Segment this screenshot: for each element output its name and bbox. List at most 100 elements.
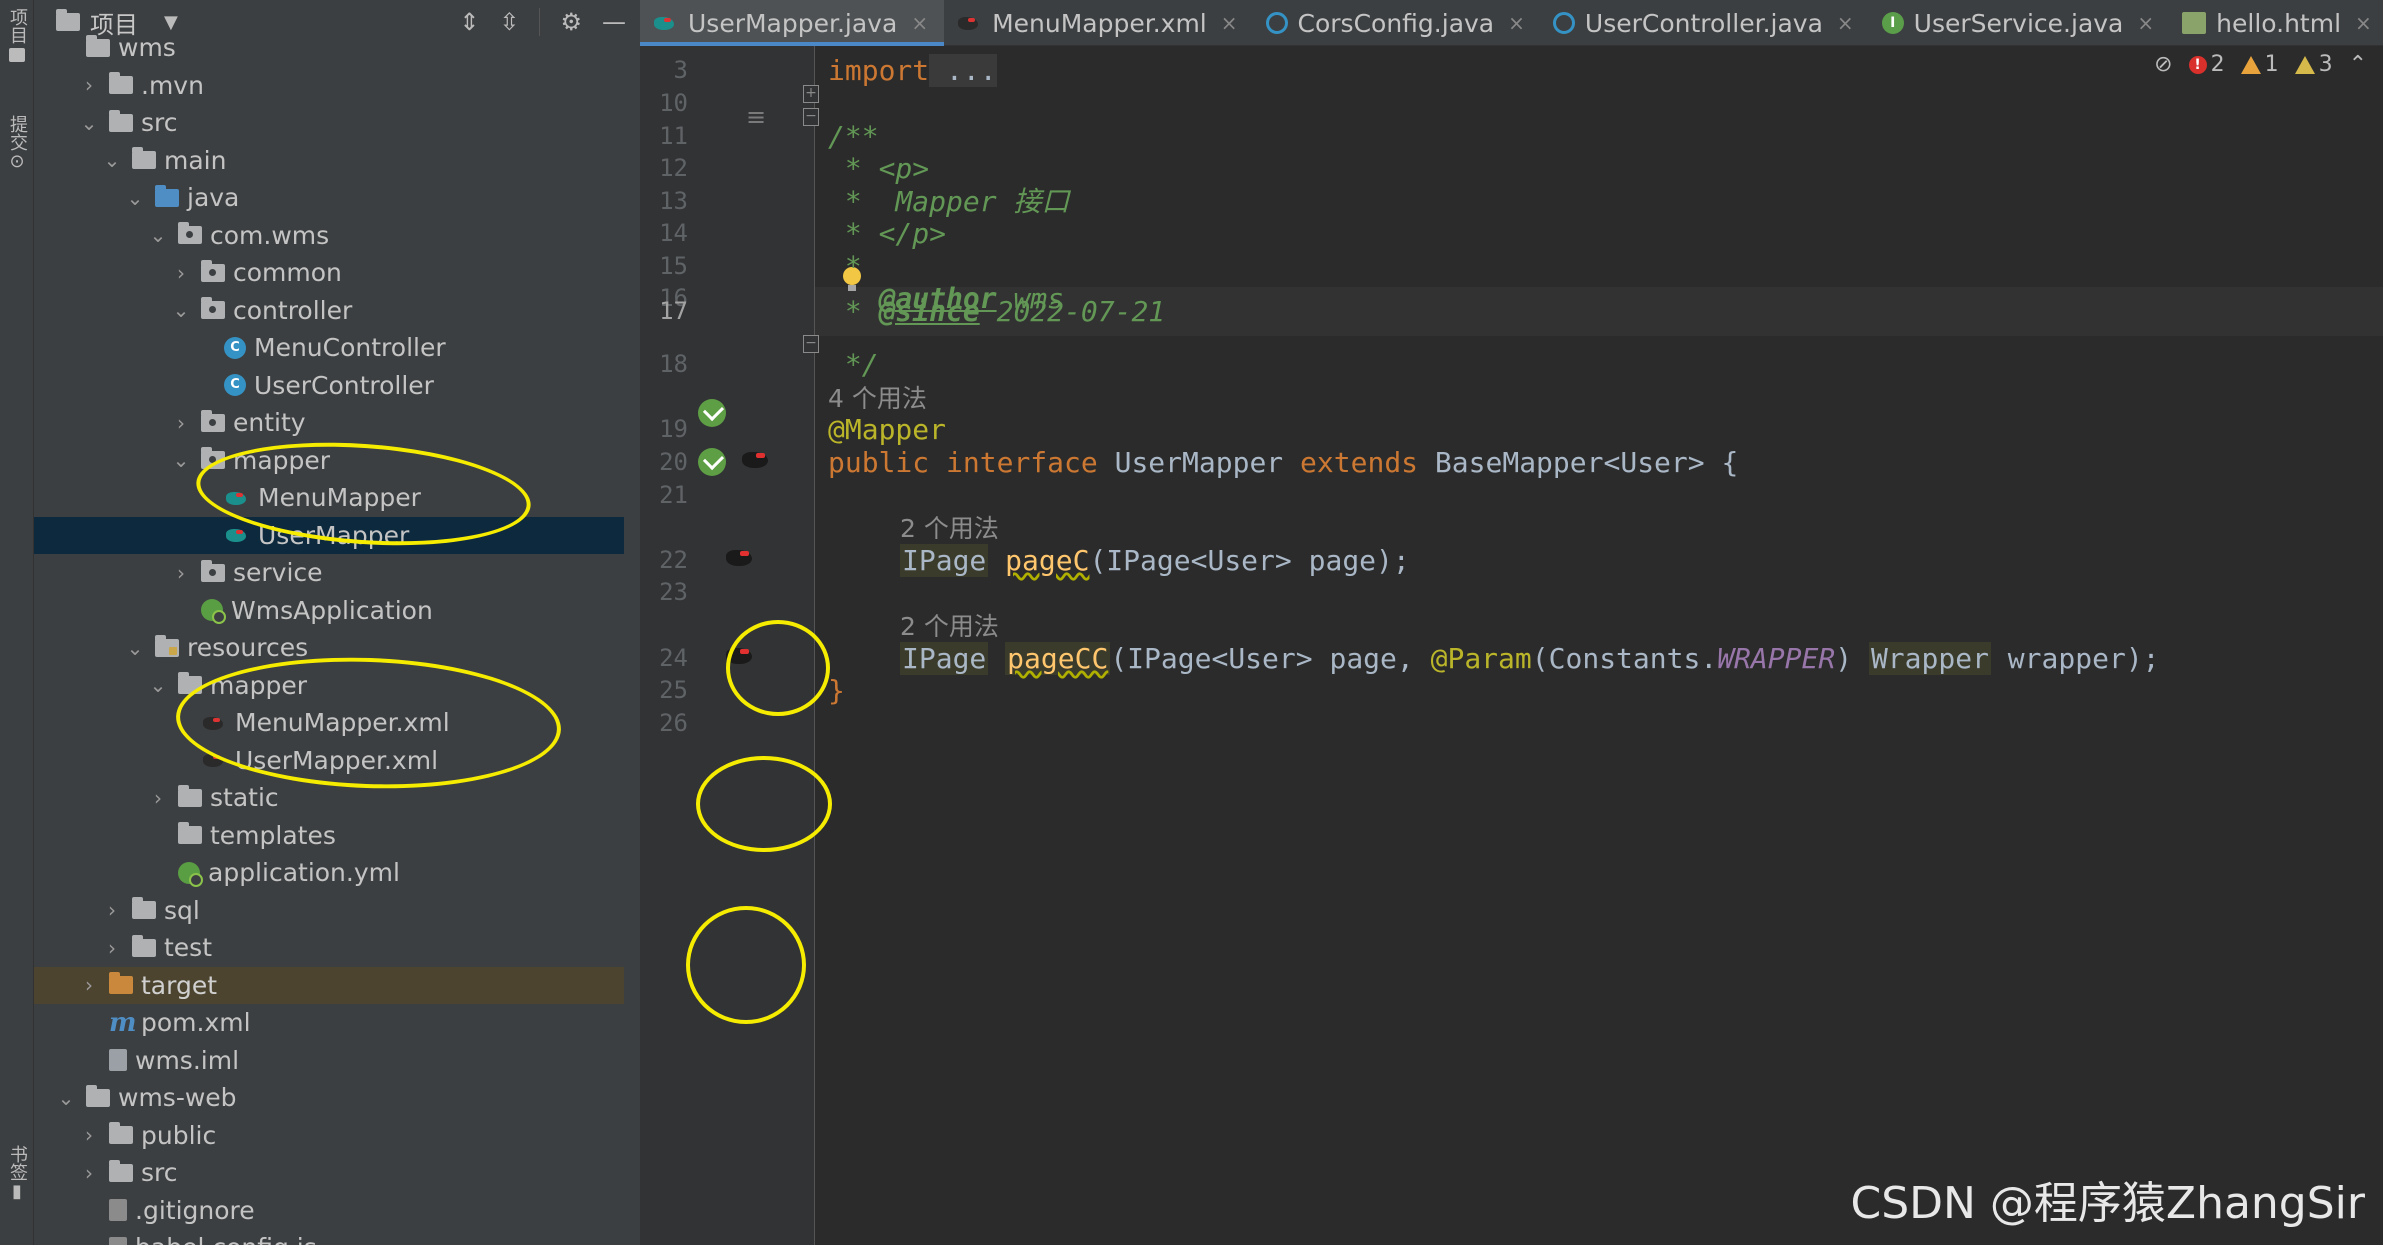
tree-item[interactable]: application.yml	[34, 854, 624, 891]
tree-item[interactable]: .gitignore	[34, 1192, 624, 1229]
class-icon: C	[224, 336, 246, 359]
close-icon[interactable]: ×	[911, 11, 928, 35]
editor-tab[interactable]: UserController.java ×	[1541, 0, 1870, 46]
tree-item[interactable]: › common	[34, 254, 624, 291]
editor-tab[interactable]: I UserService.java ×	[1870, 0, 2170, 46]
tree-item[interactable]: › target	[34, 966, 624, 1004]
line-number[interactable]: 26	[640, 699, 688, 748]
tree-item[interactable]: › .mvn	[34, 67, 624, 104]
fold-expand-icon[interactable]: +	[803, 85, 819, 103]
chevron-down-icon[interactable]: ⌄	[77, 111, 101, 135]
chevron-down-icon[interactable]: ⌄	[123, 186, 147, 210]
tree-item[interactable]: › sql	[34, 892, 624, 929]
code-line-22: IPage pageC(IPage<User> page);	[900, 544, 1410, 577]
chevron-right-icon[interactable]: ›	[100, 936, 124, 960]
project-tool-button[interactable]: 项目	[2, 8, 32, 62]
folder-icon	[109, 72, 133, 94]
tree-item[interactable]: C UserController	[34, 367, 624, 404]
reader-mode-icon[interactable]: ⊘	[2154, 52, 2172, 77]
code-line-20: public interface UserMapper extends Base…	[828, 446, 1739, 479]
tree-item[interactable]: ⌄ com.wms	[34, 217, 624, 254]
line-number[interactable]: 21	[640, 471, 688, 520]
folded-imports[interactable]: ...	[929, 54, 997, 87]
fold-end-icon[interactable]: −	[803, 335, 819, 353]
chevron-right-icon[interactable]: ›	[77, 73, 101, 97]
close-icon[interactable]: ×	[1837, 11, 1854, 35]
chevron-down-icon[interactable]: ⌄	[146, 673, 170, 697]
csdn-watermark: CSDN @程序猿ZhangSir	[1850, 1178, 2366, 1229]
tree-item-label: application.yml	[208, 858, 400, 887]
tree-item[interactable]: ⌄ wms-web	[34, 1079, 624, 1116]
close-icon[interactable]: ×	[2137, 11, 2154, 35]
tree-item-label: MenuController	[254, 333, 446, 362]
chevron-down-icon[interactable]: ⌄	[169, 448, 193, 472]
rendered-doc-toggle-icon[interactable]: ≡	[743, 104, 769, 130]
tree-item[interactable]: › public	[34, 1117, 624, 1154]
editor-tab-label: UserService.java	[1913, 8, 2124, 38]
line-number[interactable]: 17	[640, 287, 688, 336]
tree-item[interactable]: babel.config.js	[34, 1229, 624, 1245]
chevron-right-icon[interactable]: ›	[169, 261, 193, 285]
tree-item[interactable]: ⌄ src	[34, 104, 624, 141]
editor-tab-bar: UserMapper.java × MenuMapper.xml × CorsConfi…	[640, 0, 2383, 46]
tree-item[interactable]: › test	[34, 929, 624, 966]
warning-count[interactable]: 1	[2240, 52, 2279, 77]
close-icon[interactable]: ×	[2355, 11, 2372, 35]
chevron-right-icon[interactable]: ›	[77, 973, 101, 997]
chevron-right-icon[interactable]: ›	[146, 786, 170, 810]
line-number[interactable]: 18	[640, 340, 688, 389]
tree-item-label: main	[164, 145, 227, 175]
fold-collapse-icon[interactable]: −	[803, 108, 819, 126]
tree-item[interactable]: templates	[34, 817, 624, 854]
editor-tab[interactable]: hello.html ×	[2170, 0, 2383, 46]
tree-item[interactable]: wms	[34, 29, 624, 66]
code-line-25: }	[828, 674, 845, 707]
chevron-down-icon[interactable]: ⌄	[123, 636, 147, 660]
tree-item[interactable]: m pom.xml	[34, 1004, 624, 1041]
chevron-right-icon[interactable]: ›	[77, 1123, 101, 1147]
editor-tab[interactable]: MenuMapper.xml ×	[944, 0, 1253, 46]
chevron-down-icon[interactable]: ⌄	[54, 1086, 78, 1110]
mybatis-navigate-icon[interactable]	[724, 546, 758, 570]
mybatis-icon	[956, 13, 982, 33]
spring-bean-icon[interactable]	[698, 399, 726, 427]
tree-item[interactable]: WmsApplication	[34, 592, 624, 629]
editor-tab-label: MenuMapper.xml	[992, 8, 1207, 38]
chevron-right-icon[interactable]: ›	[169, 561, 193, 585]
tree-item[interactable]: › src	[34, 1154, 624, 1191]
close-icon[interactable]: ×	[1508, 11, 1525, 35]
mybatis-navigate-icon[interactable]	[740, 448, 774, 472]
tree-item[interactable]: wms.iml	[34, 1042, 624, 1079]
editor-tab[interactable]: UserMapper.java ×	[640, 0, 945, 46]
chevron-right-icon[interactable]: ›	[169, 411, 193, 435]
close-icon[interactable]: ×	[1221, 11, 1238, 35]
tree-item[interactable]: ⌄ java	[34, 179, 624, 216]
bookmark-icon: ▮	[12, 1181, 22, 1202]
tree-item[interactable]: ⌄ controller	[34, 292, 624, 329]
inspection-widget[interactable]: ⊘ ! 2 1 3 ⌃	[2154, 52, 2367, 77]
error-count[interactable]: ! 2	[2188, 52, 2225, 77]
spring-icon	[178, 861, 203, 887]
commit-tool-button[interactable]: 提交 ⊙	[2, 115, 32, 172]
spring-bean-icon[interactable]	[698, 448, 726, 476]
tree-item-label: static	[210, 783, 279, 812]
chevron-up-icon[interactable]: ⌃	[2349, 52, 2367, 77]
mybatis-interface-icon	[652, 13, 678, 33]
weak-warning-count[interactable]: 3	[2294, 52, 2333, 77]
chevron-right-icon[interactable]: ›	[77, 1161, 101, 1185]
bookmarks-tool-button[interactable]: 书签 ▮	[2, 1145, 32, 1202]
chevron-right-icon[interactable]: ›	[100, 898, 124, 922]
folder-icon	[132, 147, 156, 169]
chevron-down-icon[interactable]: ⌄	[100, 148, 124, 172]
chevron-down-icon[interactable]: ⌄	[146, 223, 170, 247]
tree-item[interactable]: › entity	[34, 404, 624, 441]
chevron-down-icon[interactable]: ⌄	[169, 298, 193, 322]
tree-item[interactable]: › service	[34, 554, 624, 591]
tree-item[interactable]: ⌄ main	[34, 142, 624, 179]
tree-item-label: resources	[187, 633, 309, 662]
code-editor[interactable]: 3 10 11 12 13 14 15 16 17 18 19 20 21 22 23 24 25 26 ⊘ ! 2…	[640, 46, 2383, 1245]
tree-item[interactable]: C MenuController	[34, 329, 624, 366]
editor-tab[interactable]: CorsConfig.java ×	[1254, 0, 1541, 46]
tree-item-label: src	[141, 1158, 178, 1187]
line-number[interactable]: 23	[640, 568, 688, 617]
